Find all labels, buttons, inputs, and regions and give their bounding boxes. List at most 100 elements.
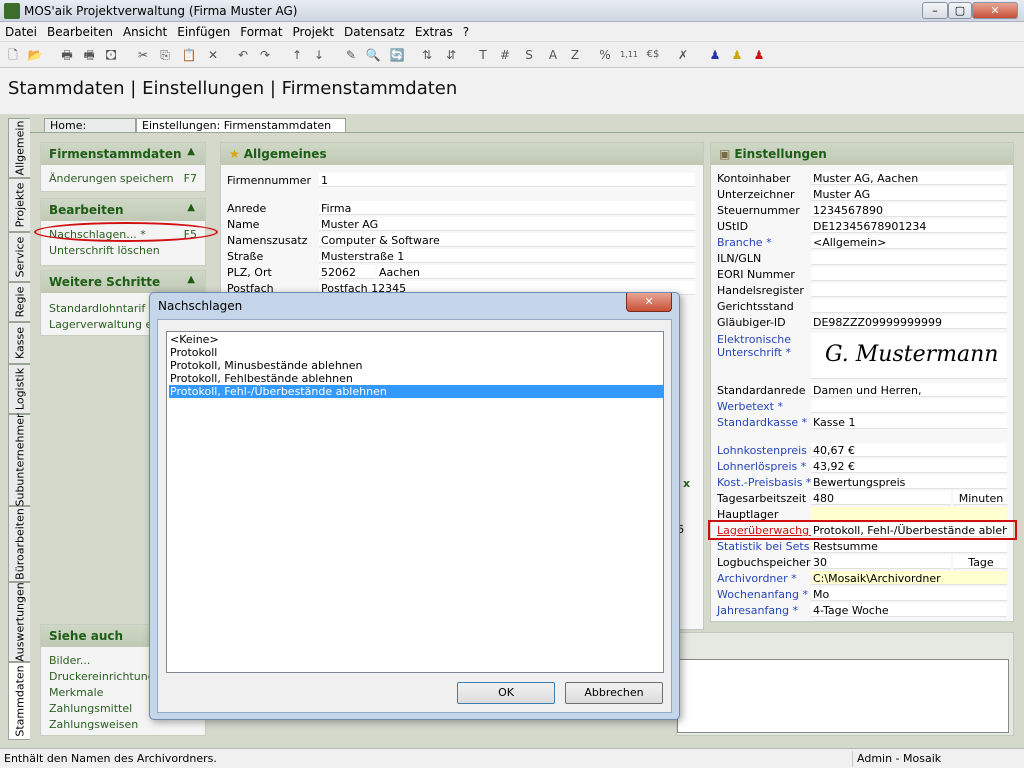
menu-datei[interactable]: Datei — [0, 22, 42, 42]
list-item-selected[interactable]: Protokoll, Fehl-/Überbestände ablehnen — [169, 385, 663, 398]
cut-icon[interactable]: ✂ — [134, 46, 152, 64]
user-blue-icon[interactable]: ♟ — [706, 46, 724, 64]
link-aenderungen-speichern[interactable]: Änderungen speichern — [41, 171, 205, 187]
panel-header[interactable]: Weitere Schritte ▲ — [41, 271, 205, 293]
cancel-button[interactable]: Abbrechen — [565, 682, 663, 704]
maximize-button[interactable]: ▢ — [948, 2, 972, 19]
name-field[interactable]: Muster AG — [319, 217, 695, 231]
setting-field[interactable]: Muster AG, Aachen — [811, 171, 1007, 185]
setting-field[interactable] — [811, 299, 1007, 313]
print-setup-icon[interactable]: 🖸 — [102, 46, 120, 64]
setting-field[interactable] — [811, 251, 1007, 265]
paste-icon[interactable]: 📋 — [180, 46, 198, 64]
tab-home[interactable]: Home: Startseite — [44, 118, 136, 145]
delete-icon[interactable]: ✕ — [204, 46, 222, 64]
firmennummer-field[interactable]: 1 — [319, 173, 695, 187]
print-icon[interactable]: 🖶 — [58, 46, 76, 64]
tools-icon[interactable]: ✗ — [674, 46, 692, 64]
close-window-button[interactable]: ✕ — [972, 2, 1018, 19]
minimize-button[interactable]: – — [922, 2, 948, 19]
panel-close-icon[interactable]: x — [683, 477, 690, 490]
vtab-logistik[interactable]: Logistik — [8, 364, 30, 414]
setting-field[interactable]: 40,67 € — [811, 443, 1007, 457]
sum-icon[interactable]: S — [520, 46, 538, 64]
setting-field[interactable]: Bewertungspreis — [811, 475, 1007, 489]
user-red-icon[interactable]: ♟ — [750, 46, 768, 64]
collapse-icon[interactable]: ▲ — [187, 202, 195, 213]
lookup-icon[interactable]: 🔍 — [364, 46, 382, 64]
vtab-bueroarbeiten[interactable]: Büroarbeiten — [8, 506, 30, 582]
sort-asc-icon[interactable]: ⇅ — [418, 46, 436, 64]
number-format-icon[interactable]: # — [496, 46, 514, 64]
setting-field[interactable]: DE98ZZZ09999999999 — [811, 315, 1007, 329]
vtab-kasse[interactable]: Kasse — [8, 322, 30, 364]
namenszusatz-field[interactable]: Computer & Software — [319, 233, 695, 247]
menu-einfuegen[interactable]: Einfügen — [172, 22, 235, 42]
panel-header[interactable]: Firmenstammdaten ▲ — [41, 143, 205, 165]
plz-field[interactable]: 52062 — [319, 265, 375, 279]
strasse-field[interactable]: Musterstraße 1 — [319, 249, 695, 263]
setting-field[interactable]: Muster AG — [811, 187, 1007, 201]
percent-icon[interactable]: % — [596, 46, 614, 64]
sort-desc-icon[interactable]: ⇵ — [442, 46, 460, 64]
count-icon[interactable]: Z — [566, 46, 584, 64]
setting-field[interactable] — [811, 507, 1007, 521]
vtab-projekte[interactable]: Projekte — [8, 178, 30, 232]
move-up-icon[interactable]: ↑ — [288, 46, 306, 64]
setting-field[interactable]: Kasse 1 — [811, 415, 1007, 429]
ort-field[interactable]: Aachen — [377, 265, 695, 279]
list-item[interactable]: Protokoll, Fehlbestände ablehnen — [169, 372, 663, 385]
menu-datensatz[interactable]: Datensatz — [339, 22, 410, 42]
setting-field[interactable]: 1234567890 — [811, 203, 1007, 217]
currency-icon[interactable]: €$ — [644, 46, 662, 64]
new-icon[interactable]: 🗋 — [4, 46, 22, 64]
lookup-list[interactable]: <Keine> Protokoll Protokoll, Minusbestän… — [166, 331, 664, 673]
setting-field[interactable]: Damen und Herren, — [811, 383, 1007, 397]
setting-field[interactable]: Mo — [811, 587, 1007, 601]
user-yellow-icon[interactable]: ♟ — [728, 46, 746, 64]
panel-header[interactable]: Bearbeiten ▲ — [41, 199, 205, 221]
menu-projekt[interactable]: Projekt — [288, 22, 339, 42]
anrede-field[interactable]: Firma — [319, 201, 695, 215]
setting-field[interactable]: Restsumme — [811, 539, 1007, 553]
setting-field[interactable]: 30 — [811, 555, 951, 569]
setting-field[interactable]: C:\Mosaik\Archivordner — [811, 571, 1007, 585]
undo-icon[interactable]: ↶ — [234, 46, 252, 64]
vtab-stammdaten[interactable]: Stammdaten — [8, 662, 30, 740]
list-item[interactable]: Protokoll — [169, 346, 663, 359]
ok-button[interactable]: OK — [457, 682, 555, 704]
setting-field[interactable]: DE12345678901234 — [811, 219, 1007, 233]
vtab-allgemein[interactable]: Allgemein — [8, 118, 30, 178]
setting-field[interactable]: 43,92 € — [811, 459, 1007, 473]
link-unterschrift-loeschen[interactable]: Unterschrift löschen — [41, 243, 205, 259]
menu-help[interactable]: ? — [458, 22, 474, 42]
collapse-icon[interactable]: ▲ — [187, 274, 195, 285]
collapse-icon[interactable]: ▲ — [187, 146, 195, 157]
print-preview-icon[interactable]: 🖷 — [80, 46, 98, 64]
average-icon[interactable]: A — [544, 46, 562, 64]
vtab-service[interactable]: Service — [8, 232, 30, 282]
redo-icon[interactable]: ↷ — [256, 46, 274, 64]
vtab-subunternehmer[interactable]: Subunternehmer — [8, 413, 30, 507]
signature-field[interactable]: G. Mustermann — [811, 333, 1007, 379]
open-icon[interactable]: 📂 — [26, 46, 44, 64]
menu-ansicht[interactable]: Ansicht — [118, 22, 172, 42]
text-format-icon[interactable]: T — [474, 46, 492, 64]
tab-einstellungen[interactable]: Einstellungen: Firmenstammdaten (*) ✕ — [136, 118, 346, 145]
setting-field[interactable] — [811, 399, 1007, 413]
move-down-icon[interactable]: ↓ — [310, 46, 328, 64]
decimal-icon[interactable]: 1,11 — [620, 46, 638, 64]
notes-area[interactable] — [677, 659, 1009, 733]
list-item[interactable]: Protokoll, Minusbestände ablehnen — [169, 359, 663, 372]
menu-bearbeiten[interactable]: Bearbeiten — [42, 22, 118, 42]
menu-extras[interactable]: Extras — [410, 22, 458, 42]
setting-field[interactable]: 4-Tage Woche — [811, 603, 1007, 617]
list-item[interactable]: <Keine> — [169, 333, 663, 346]
setting-field[interactable] — [811, 267, 1007, 281]
edit-icon[interactable]: ✎ — [342, 46, 360, 64]
setting-field[interactable] — [811, 283, 1007, 297]
menu-format[interactable]: Format — [235, 22, 287, 42]
setting-field[interactable]: 480 — [811, 491, 951, 505]
copy-icon[interactable]: ⎘ — [156, 46, 174, 64]
vtab-regie[interactable]: Regie — [8, 282, 30, 322]
